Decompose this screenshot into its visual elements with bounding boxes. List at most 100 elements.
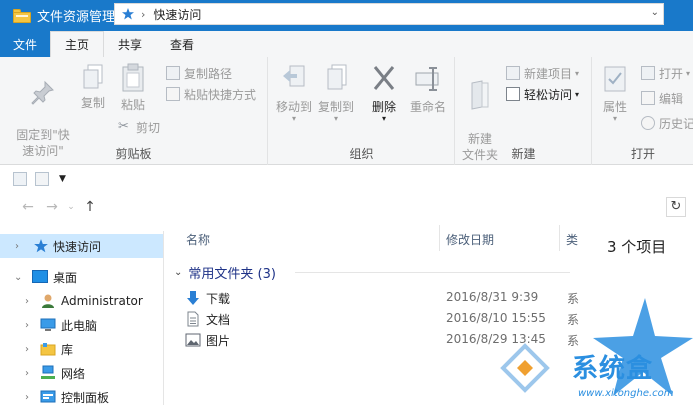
library-icon: [40, 343, 56, 356]
nav-item-label: 此电脑: [61, 318, 98, 333]
group-collapse-chevron-icon[interactable]: ⌄: [174, 267, 182, 278]
column-divider[interactable]: [439, 225, 440, 251]
refresh-icon[interactable]: ↻: [666, 197, 686, 217]
delete-x-icon: [373, 66, 395, 90]
move-to-label: 移动到: [275, 100, 312, 114]
copy-to-button[interactable]: 复制到 ▾: [315, 63, 357, 123]
quick-access-toolbar: ▼: [0, 166, 693, 191]
organize-group-label: 组织: [349, 147, 374, 161]
tab-file[interactable]: 文件: [0, 31, 51, 57]
watermark-text: 系统盒: [572, 354, 654, 384]
move-to-button[interactable]: 移动到 ▾: [273, 63, 315, 123]
nav-item-label: 桌面: [53, 270, 78, 285]
tab-home[interactable]: 主页: [50, 31, 105, 57]
address-dropdown-icon[interactable]: ⌄: [651, 7, 659, 18]
picture-icon: [185, 333, 201, 347]
clipboard-icon: [122, 63, 144, 92]
navigation-pane: › 快速访问 ⌄ 桌面 › Administrator › 此电脑 › 库 › …: [0, 231, 164, 405]
file-name: 图片: [206, 334, 231, 348]
nav-item-label: Administrator: [61, 294, 143, 308]
copy-icon: [83, 64, 103, 89]
star-icon: [122, 8, 134, 20]
new-group: 新建 文件夹 新建项目 ▾ 轻松访问 ▾ 新建: [456, 57, 592, 165]
new-item-label: 新建项目: [524, 66, 573, 81]
new-item-icon: [506, 66, 520, 80]
copy-label: 复制: [80, 96, 105, 110]
new-folder-icon: [471, 80, 489, 110]
expand-chevron-icon[interactable]: ›: [25, 392, 29, 403]
properties-label: 属性: [602, 100, 627, 114]
new-folder-qat-icon[interactable]: [35, 171, 49, 186]
column-header-type[interactable]: 类: [566, 231, 578, 248]
properties-button[interactable]: 属性 ▾: [599, 63, 631, 123]
open-label: 打开: [659, 66, 684, 81]
paste-button[interactable]: 粘贴: [116, 63, 150, 113]
copy-path-button[interactable]: 复制路径: [166, 63, 232, 83]
open-button[interactable]: 打开 ▾: [641, 63, 690, 83]
easy-access-button[interactable]: 轻松访问 ▾: [506, 84, 579, 104]
cut-button[interactable]: ✂ 剪切: [118, 117, 160, 137]
up-arrow-icon[interactable]: ↑: [78, 199, 102, 215]
star-icon: [34, 239, 48, 253]
column-header-name[interactable]: 名称: [186, 231, 210, 248]
network-icon: [41, 365, 55, 379]
expand-chevron-icon[interactable]: ›: [25, 320, 29, 331]
paste-label: 粘贴: [120, 98, 145, 112]
edit-icon: [641, 91, 655, 105]
nav-item-desktop[interactable]: ⌄ 桌面: [0, 265, 163, 289]
properties-qat-icon[interactable]: [13, 171, 27, 186]
copy-to-label: 复制到: [317, 100, 354, 114]
ribbon-tabs: 文件 主页 共享 查看: [0, 31, 693, 57]
expand-chevron-icon[interactable]: ›: [15, 241, 19, 252]
tab-view[interactable]: 查看: [156, 31, 209, 57]
customize-qat-dropdown-icon[interactable]: ▼: [59, 174, 66, 184]
collapse-chevron-icon[interactable]: ⌄: [14, 272, 22, 283]
group-header[interactable]: ⌄ 常用文件夹 (3): [174, 263, 276, 282]
edit-button[interactable]: 编辑: [641, 88, 683, 108]
rename-icon: [415, 67, 439, 91]
nav-item-label: 网络: [61, 366, 86, 381]
nav-item-label: 控制面板: [61, 390, 110, 405]
expand-chevron-icon[interactable]: ›: [25, 368, 29, 379]
open-icon: [641, 66, 655, 80]
history-label: 历史记: [659, 116, 693, 131]
forward-arrow-icon[interactable]: →: [40, 199, 64, 215]
group-header-label: 常用文件夹 (3): [188, 267, 276, 282]
item-count: 3 个项目: [607, 238, 667, 256]
new-item-button[interactable]: 新建项目 ▾: [506, 63, 579, 83]
nav-item-network[interactable]: › 网络: [0, 361, 163, 385]
paste-shortcut-icon: [166, 87, 180, 101]
breadcrumb-chevron-icon[interactable]: ›: [141, 8, 145, 21]
paste-shortcut-button[interactable]: 粘贴快捷方式: [166, 84, 256, 104]
expand-chevron-icon[interactable]: ›: [25, 296, 29, 307]
address-bar[interactable]: › 快速访问 ⌄: [114, 3, 664, 25]
recent-locations-chevron-icon[interactable]: ⌄: [64, 202, 78, 212]
nav-item-quick-access[interactable]: › 快速访问: [0, 234, 163, 258]
cut-label: 剪切: [136, 120, 161, 135]
document-icon: [187, 311, 199, 327]
nav-item-libraries[interactable]: › 库: [0, 337, 163, 361]
tab-share[interactable]: 共享: [104, 31, 157, 57]
navigation-bar: ← → ⌄ ↑: [0, 193, 693, 221]
pin-icon: [31, 80, 54, 105]
nav-item-this-pc[interactable]: › 此电脑: [0, 313, 163, 337]
nav-item-control-panel[interactable]: › 控制面板: [0, 385, 163, 405]
computer-icon: [40, 318, 56, 331]
ribbon: 固定到"快 速访问" 复制 粘贴 复制路径 粘贴快捷方式 ✂ 剪切 剪贴板 移动…: [0, 57, 693, 165]
column-divider[interactable]: [559, 225, 560, 251]
move-to-icon: [283, 65, 305, 87]
back-arrow-icon[interactable]: ←: [16, 199, 40, 215]
history-button[interactable]: 历史记: [641, 113, 693, 133]
copy-path-icon: [166, 66, 180, 80]
watermark-url: www.xitonghe.com: [578, 388, 674, 399]
file-name: 文档: [206, 313, 231, 327]
column-header-date[interactable]: 修改日期: [446, 231, 494, 248]
copy-button[interactable]: 复制: [78, 63, 108, 111]
expand-chevron-icon[interactable]: ›: [25, 344, 29, 355]
delete-label: 删除: [371, 100, 396, 114]
rename-button[interactable]: 重命名: [407, 63, 449, 115]
breadcrumb-location[interactable]: 快速访问: [153, 6, 201, 23]
new-group-label: 新建: [511, 147, 536, 161]
delete-button[interactable]: 删除 ▾: [367, 63, 401, 123]
nav-item-administrator[interactable]: › Administrator: [0, 289, 163, 313]
